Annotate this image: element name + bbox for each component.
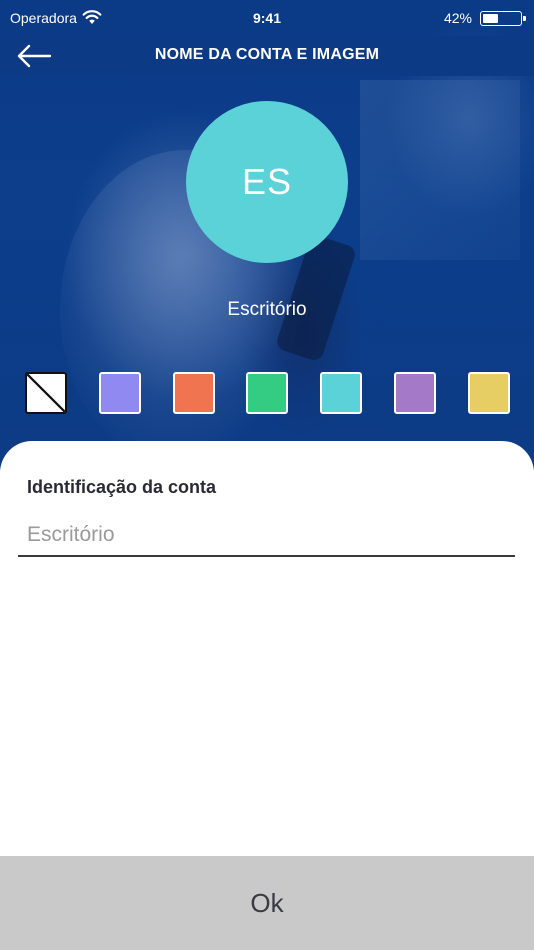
account-id-input[interactable] (18, 515, 515, 557)
color-swatch-yellow[interactable] (467, 372, 510, 414)
color-swatch-purple[interactable] (394, 372, 436, 414)
nav-bar: NOME DA CONTA E IMAGEM (0, 36, 534, 76)
page-title: NOME DA CONTA E IMAGEM (154, 46, 380, 63)
color-swatch-cyan[interactable] (320, 372, 363, 414)
account-id-label: Identificação da conta (27, 477, 217, 497)
status-bar: Operadora 9:41 42% (0, 0, 534, 36)
account-form-card: Identificação da conta (0, 441, 534, 861)
no-color-icon (27, 374, 65, 412)
ok-button[interactable]: Ok (0, 856, 534, 950)
color-swatch-orange[interactable] (172, 372, 215, 414)
account-avatar[interactable]: ES (186, 101, 348, 263)
color-swatch-none[interactable] (25, 372, 67, 414)
account-name-label: Escritório (227, 299, 307, 320)
color-swatch-lavender[interactable] (98, 372, 141, 414)
battery-level (482, 13, 498, 23)
battery-percent: 42% (443, 10, 472, 26)
background-photo-window (360, 80, 520, 260)
color-picker (0, 372, 534, 416)
avatar-initials: ES (241, 161, 293, 202)
color-swatch-green[interactable] (246, 372, 289, 414)
battery-icon (480, 11, 526, 26)
